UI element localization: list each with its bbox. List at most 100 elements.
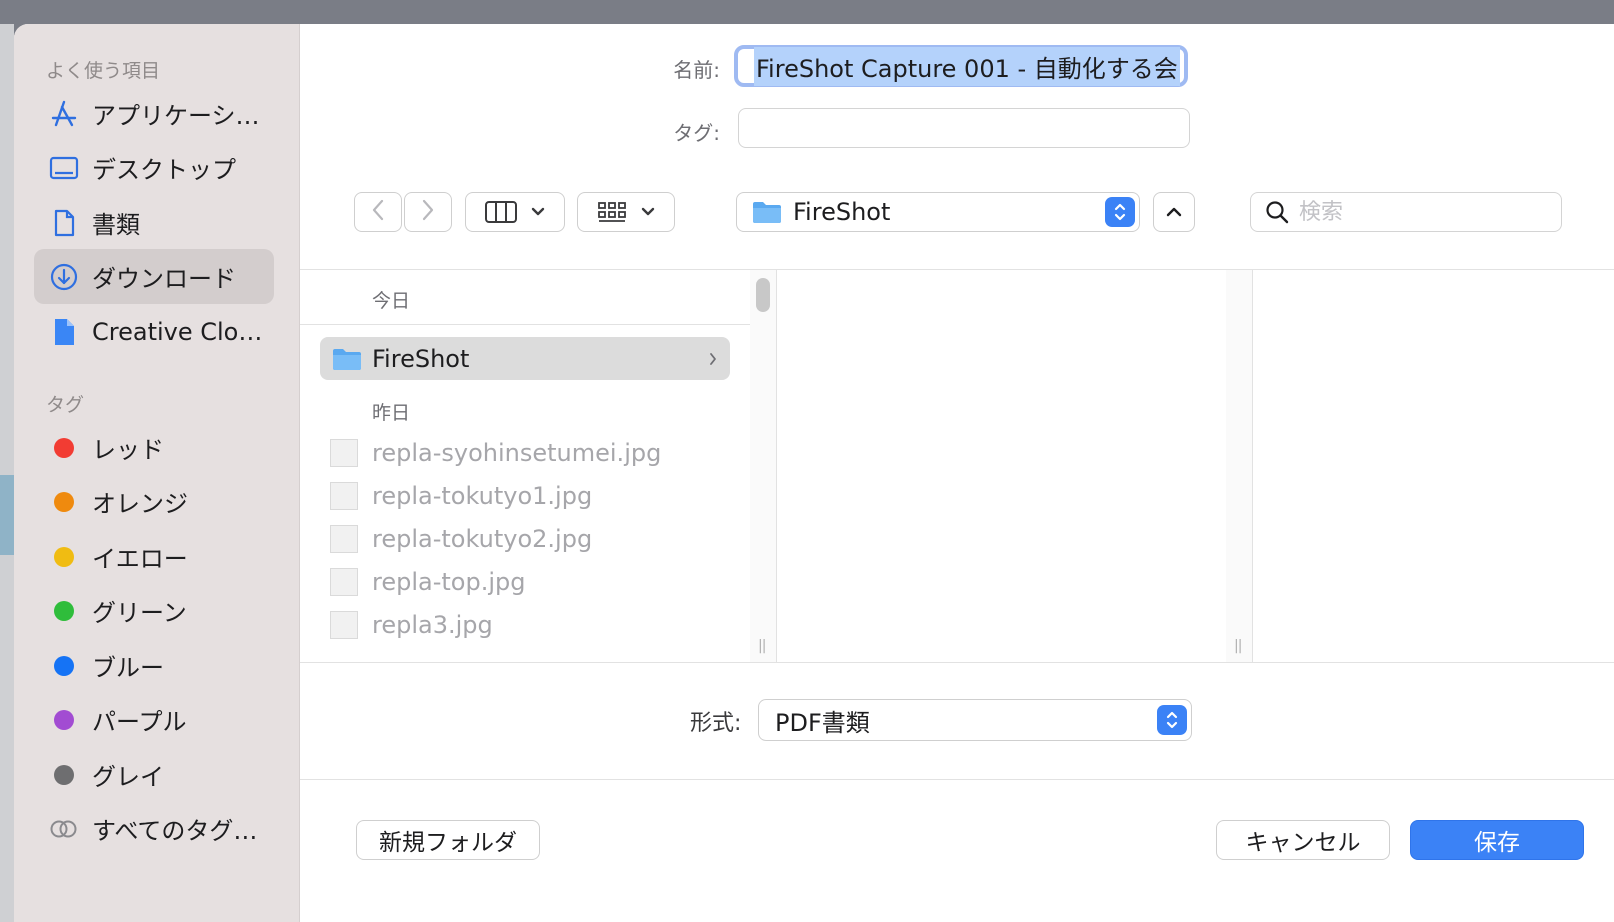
image-thumbnail-icon bbox=[330, 568, 358, 596]
image-thumbnail-icon bbox=[330, 439, 358, 467]
search-field[interactable] bbox=[1250, 192, 1562, 232]
grid-view-icon bbox=[596, 199, 628, 225]
tag-label: すべてのタグ… bbox=[92, 817, 258, 845]
name-label: 名前: bbox=[673, 58, 720, 82]
download-icon bbox=[48, 261, 80, 293]
file-name: repla-tokutyo1.jpg bbox=[372, 482, 593, 510]
columns-view-icon bbox=[484, 199, 518, 225]
group-by-button[interactable] bbox=[577, 192, 675, 232]
sidebar-item-downloads[interactable]: ダウンロード bbox=[34, 249, 274, 304]
grip-icon: || bbox=[758, 638, 767, 654]
tag-color-dot bbox=[54, 437, 74, 458]
file-browser: 今日 FireShot 昨日 repla-syohinsetumei.jpg r… bbox=[300, 269, 1614, 663]
sidebar-item-label: Creative Clo… bbox=[92, 317, 263, 346]
file-name: repla3.jpg bbox=[372, 611, 493, 639]
forward-button[interactable] bbox=[404, 192, 452, 232]
tags-label: タグ: bbox=[673, 121, 720, 145]
group-heading-today: 今日 bbox=[372, 290, 411, 312]
column-resize-handle[interactable]: || bbox=[1226, 270, 1253, 662]
list-item-file[interactable]: repla-tokutyo2.jpg bbox=[330, 519, 592, 559]
chevron-left-icon bbox=[370, 198, 386, 226]
sidebar-tag-blue[interactable]: ブルー bbox=[34, 638, 274, 693]
location-popup[interactable]: FireShot bbox=[736, 192, 1140, 232]
search-icon bbox=[1265, 200, 1289, 224]
save-button[interactable]: 保存 bbox=[1410, 820, 1584, 860]
sidebar-tag-gray[interactable]: グレイ bbox=[34, 747, 274, 802]
tag-color-dot bbox=[54, 600, 74, 621]
grip-icon: || bbox=[1234, 638, 1243, 654]
column-resize-handle[interactable]: || bbox=[750, 270, 777, 662]
tag-color-dot bbox=[54, 491, 74, 512]
folder-name: FireShot bbox=[372, 344, 470, 373]
chevron-right-icon bbox=[708, 351, 718, 367]
image-thumbnail-icon bbox=[330, 482, 358, 510]
applications-icon bbox=[48, 98, 80, 130]
chevron-down-icon bbox=[640, 206, 656, 218]
new-folder-button[interactable]: 新規フォルダ bbox=[356, 820, 540, 860]
file-name: repla-syohinsetumei.jpg bbox=[372, 439, 662, 467]
sidebar-tags-heading: タグ bbox=[46, 394, 85, 416]
format-popup[interactable]: PDF書類 bbox=[758, 699, 1192, 741]
cancel-button[interactable]: キャンセル bbox=[1216, 820, 1390, 860]
list-item-file[interactable]: repla3.jpg bbox=[330, 605, 493, 645]
tag-color-dot bbox=[54, 655, 74, 676]
list-item-file[interactable]: repla-tokutyo1.jpg bbox=[330, 476, 592, 516]
tags-input[interactable] bbox=[738, 108, 1190, 148]
scrollbar-thumb[interactable] bbox=[756, 278, 770, 312]
cloud-file-icon bbox=[48, 316, 80, 348]
filename-value: FireShot Capture 001 - 自動化する会 bbox=[754, 46, 1180, 86]
sidebar-all-tags[interactable]: すべてのタグ… bbox=[34, 801, 274, 856]
collapse-button[interactable] bbox=[1153, 192, 1195, 232]
tag-label: グレイ bbox=[92, 763, 164, 791]
image-thumbnail-icon bbox=[330, 525, 358, 553]
format-value: PDF書類 bbox=[775, 708, 870, 737]
background-app-edge bbox=[0, 24, 14, 922]
sidebar-item-applications[interactable]: アプリケーシ… bbox=[34, 86, 274, 141]
sidebar-tag-red[interactable]: レッド bbox=[34, 420, 274, 475]
sidebar-item-documents[interactable]: 書類 bbox=[34, 195, 274, 250]
sidebar-item-label: デスクトップ bbox=[92, 156, 236, 184]
updown-stepper-icon bbox=[1157, 705, 1187, 735]
chevron-down-icon bbox=[530, 206, 546, 218]
search-input[interactable] bbox=[1297, 198, 1541, 226]
sidebar-item-label: 書類 bbox=[92, 211, 140, 239]
format-label: 形式: bbox=[690, 711, 742, 736]
list-item-folder[interactable]: FireShot bbox=[320, 337, 730, 380]
tag-label: ブルー bbox=[92, 654, 164, 682]
group-divider bbox=[300, 324, 750, 325]
desktop-icon bbox=[48, 152, 80, 184]
folder-icon bbox=[751, 199, 783, 225]
background-app-edge-accent bbox=[0, 475, 14, 555]
tag-color-dot bbox=[54, 709, 74, 730]
filename-input[interactable]: FireShot Capture 001 - 自動化する会 bbox=[734, 45, 1188, 87]
chevron-right-icon bbox=[420, 198, 436, 226]
browser-column-1: 今日 FireShot 昨日 repla-syohinsetumei.jpg r… bbox=[300, 270, 751, 662]
main-pane: 名前: FireShot Capture 001 - 自動化する会 タグ: Fi… bbox=[300, 24, 1614, 922]
image-thumbnail-icon bbox=[330, 611, 358, 639]
tag-label: レッド bbox=[92, 436, 164, 464]
list-item-file[interactable]: repla-top.jpg bbox=[330, 562, 525, 602]
tag-label: グリーン bbox=[92, 599, 187, 627]
save-dialog: よく使う項目 アプリケーシ… デスクトップ 書類 ダウンロード Creative… bbox=[14, 24, 1614, 922]
updown-stepper-icon bbox=[1105, 197, 1135, 227]
back-button[interactable] bbox=[354, 192, 402, 232]
document-icon bbox=[48, 207, 80, 239]
sidebar-tag-yellow[interactable]: イエロー bbox=[34, 529, 274, 584]
sidebar-item-desktop[interactable]: デスクトップ bbox=[34, 140, 274, 195]
sidebar-item-label: アプリケーシ… bbox=[92, 102, 260, 130]
sidebar-item-creative-cloud[interactable]: Creative Clo… bbox=[34, 304, 274, 359]
tag-color-dot bbox=[54, 764, 74, 785]
sidebar: よく使う項目 アプリケーシ… デスクトップ 書類 ダウンロード Creative… bbox=[14, 24, 300, 922]
view-mode-button[interactable] bbox=[465, 192, 565, 232]
group-heading-yesterday: 昨日 bbox=[372, 402, 411, 424]
tag-label: オレンジ bbox=[92, 490, 188, 518]
file-name: repla-tokutyo2.jpg bbox=[372, 525, 593, 553]
chevron-up-icon bbox=[1165, 206, 1183, 218]
list-item-file[interactable]: repla-syohinsetumei.jpg bbox=[330, 433, 661, 473]
sidebar-tag-orange[interactable]: オレンジ bbox=[34, 474, 274, 529]
tag-color-dot bbox=[54, 546, 74, 567]
sidebar-item-label: ダウンロード bbox=[92, 265, 236, 293]
sidebar-tag-purple[interactable]: パープル bbox=[34, 692, 274, 747]
location-label: FireShot bbox=[793, 198, 891, 226]
sidebar-tag-green[interactable]: グリーン bbox=[34, 583, 274, 638]
